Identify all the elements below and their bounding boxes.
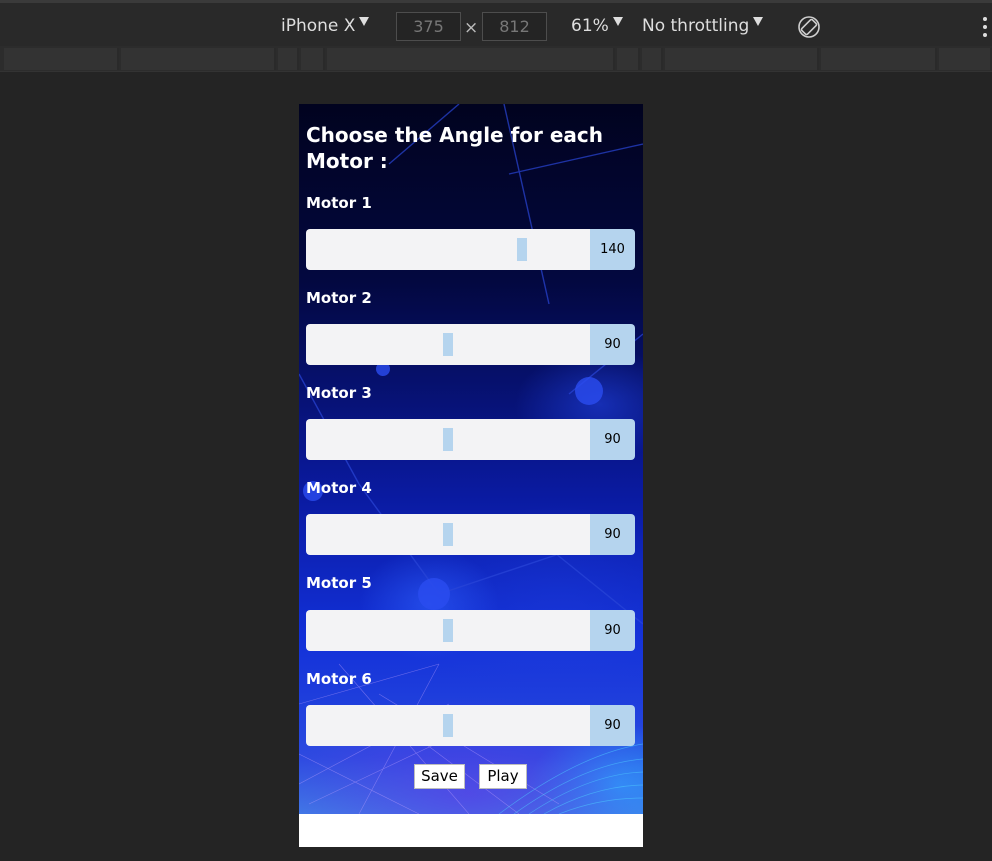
play-button[interactable]: Play: [479, 764, 527, 789]
slider-track[interactable]: [306, 705, 590, 746]
slider-thumb[interactable]: [443, 714, 453, 737]
media-query-segment[interactable]: [939, 48, 992, 70]
media-query-segment[interactable]: [665, 48, 819, 70]
width-input[interactable]: 375: [396, 12, 461, 41]
media-query-segment[interactable]: [278, 48, 299, 70]
motor-5-slider[interactable]: 90: [306, 610, 635, 651]
height-input[interactable]: 812: [482, 12, 547, 41]
motor-2-label: Motor 2: [306, 289, 372, 307]
motor-6-label: Motor 6: [306, 670, 372, 688]
dimension-separator: ×: [464, 18, 479, 38]
motor-4-value: 90: [590, 514, 635, 555]
devtools-toolbar: iPhone X 375 × 812 61% No throttling: [0, 0, 992, 46]
slider-thumb[interactable]: [443, 428, 453, 451]
slider-thumb[interactable]: [443, 619, 453, 642]
slider-track[interactable]: [306, 610, 590, 651]
motor-1-value: 140: [590, 229, 635, 270]
media-query-segment[interactable]: [617, 48, 640, 70]
media-query-segment[interactable]: [821, 48, 937, 70]
rotate-icon[interactable]: [797, 15, 821, 39]
motor-1-label: Motor 1: [306, 194, 372, 212]
media-query-segment[interactable]: [327, 48, 615, 70]
slider-thumb[interactable]: [443, 523, 453, 546]
motor-5-label: Motor 5: [306, 574, 372, 592]
more-options-icon[interactable]: [983, 17, 989, 39]
motor-3-slider[interactable]: 90: [306, 419, 635, 460]
slider-track[interactable]: [306, 324, 590, 365]
slider-thumb[interactable]: [516, 238, 527, 261]
motor-5-value: 90: [590, 610, 635, 651]
motor-6-slider[interactable]: 90: [306, 705, 635, 746]
motor-2-slider[interactable]: 90: [306, 324, 635, 365]
motor-4-slider[interactable]: 90: [306, 514, 635, 555]
media-query-bar: [0, 46, 992, 72]
motor-6-value: 90: [590, 705, 635, 746]
slider-track[interactable]: [306, 514, 590, 555]
device-viewport: Choose the Angle for each Motor : Motor …: [299, 104, 643, 847]
zoom-select[interactable]: 61%: [571, 16, 609, 36]
slider-track[interactable]: [306, 229, 590, 270]
page-title: Choose the Angle for each Motor :: [306, 123, 603, 173]
throttling-dropdown-icon[interactable]: [753, 17, 763, 26]
media-query-segment[interactable]: [121, 48, 276, 70]
slider-thumb[interactable]: [443, 333, 453, 356]
zoom-dropdown-icon[interactable]: [613, 17, 623, 26]
motor-3-value: 90: [590, 419, 635, 460]
media-query-segment[interactable]: [642, 48, 663, 70]
motor-2-value: 90: [590, 324, 635, 365]
slider-track[interactable]: [306, 419, 590, 460]
motor-3-label: Motor 3: [306, 384, 372, 402]
throttling-select[interactable]: No throttling: [642, 16, 749, 36]
device-select[interactable]: iPhone X: [281, 16, 355, 36]
save-button[interactable]: Save: [414, 764, 465, 789]
motor-1-slider[interactable]: 140: [306, 229, 635, 270]
media-query-segment[interactable]: [4, 48, 119, 70]
device-dropdown-icon[interactable]: [359, 17, 369, 26]
motor-4-label: Motor 4: [306, 479, 372, 497]
media-query-segment[interactable]: [301, 48, 325, 70]
